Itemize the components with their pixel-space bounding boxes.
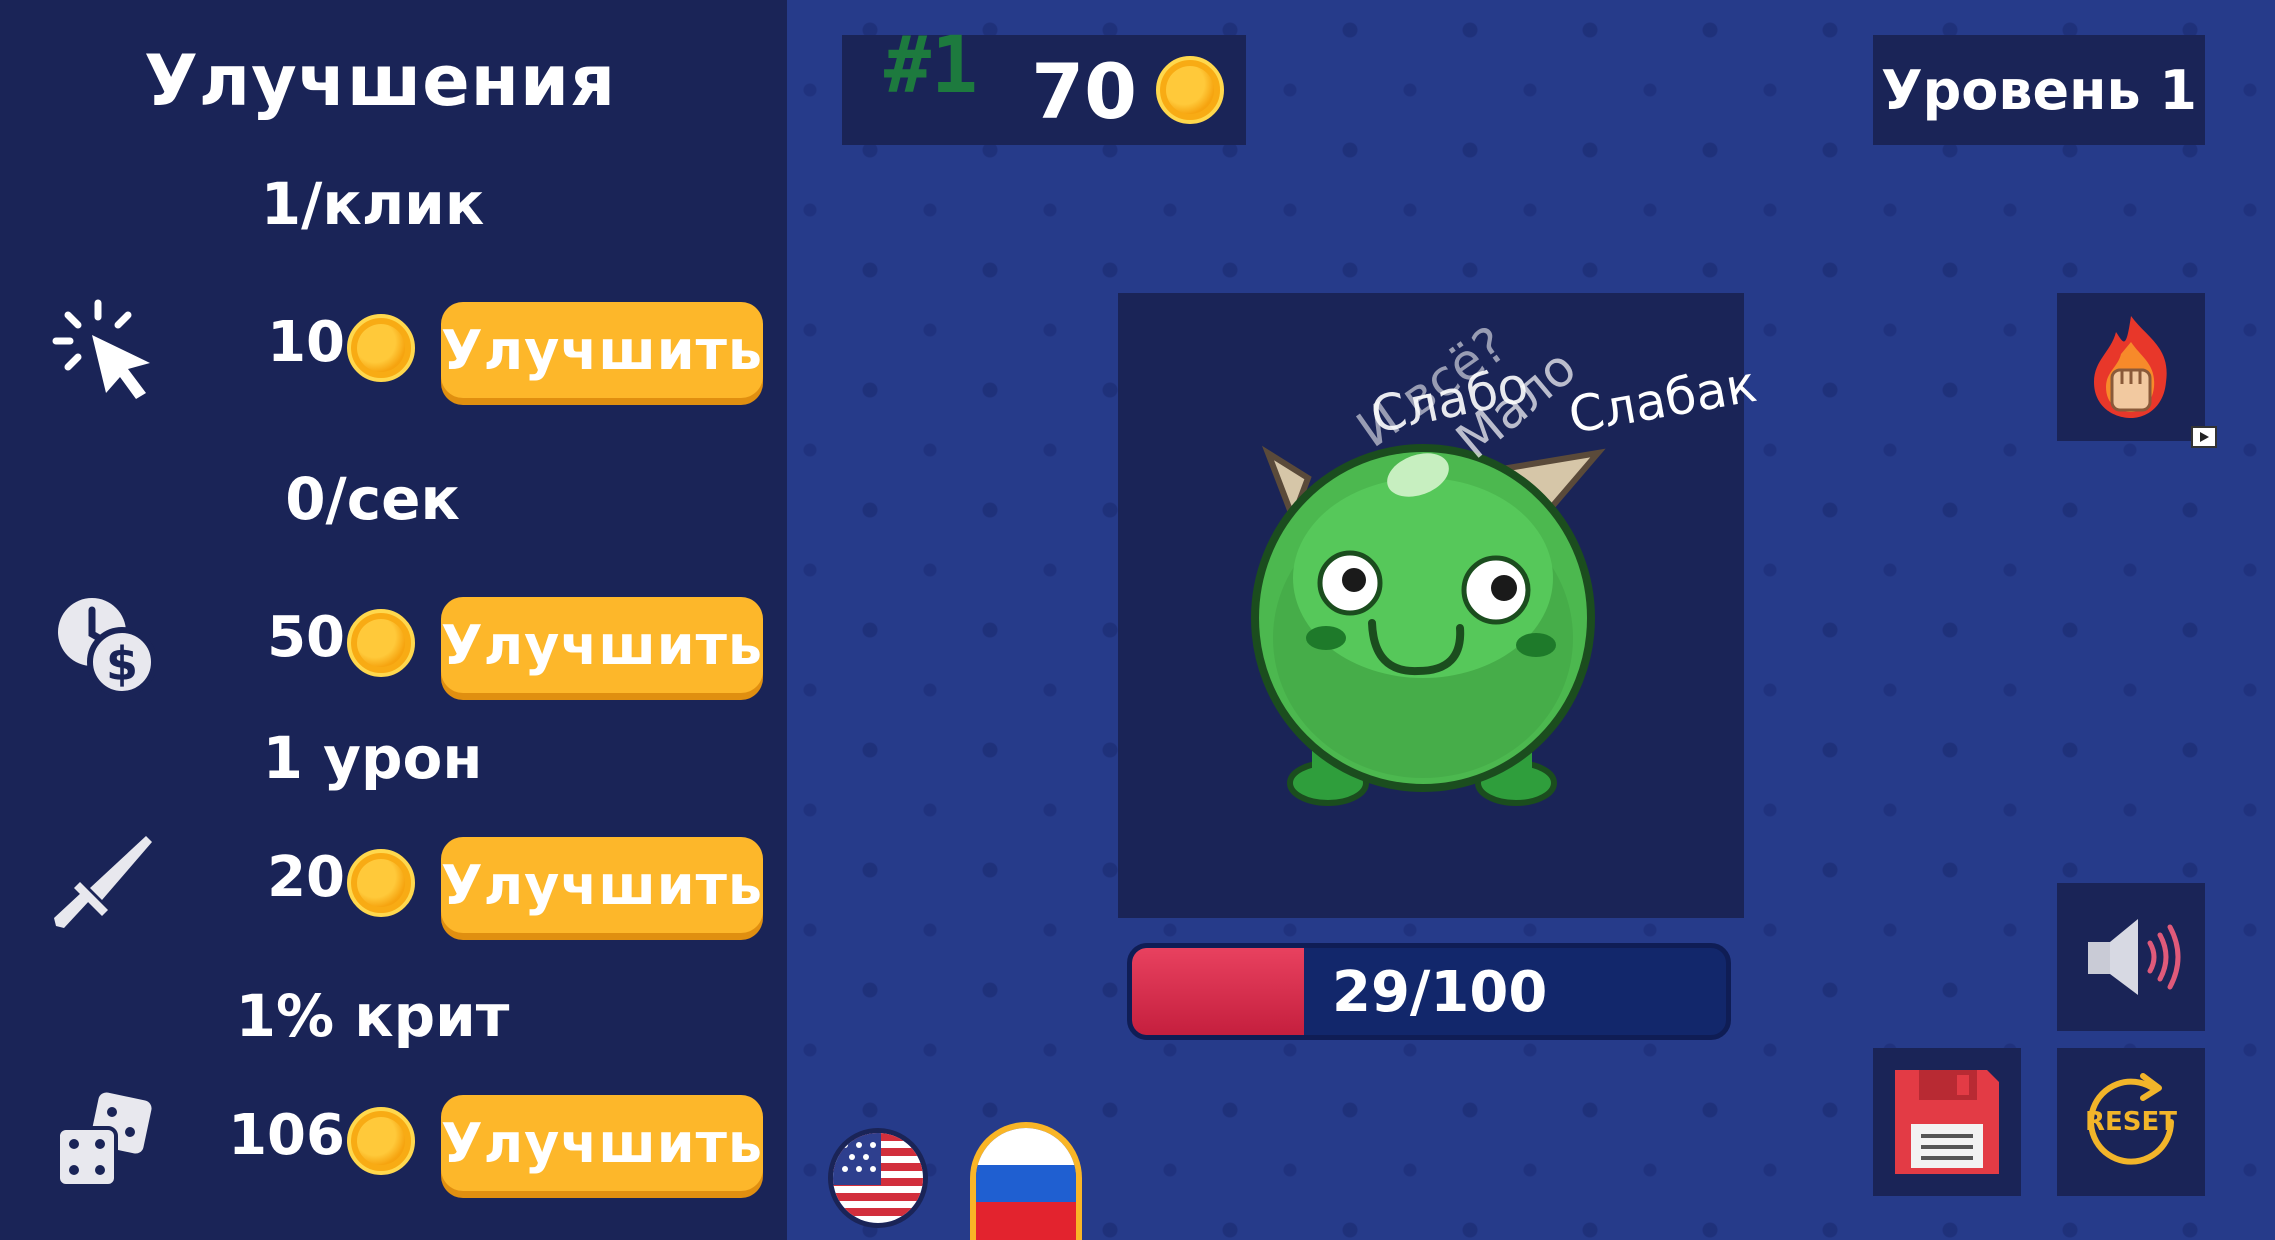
click-power-stat: 1/клик bbox=[260, 170, 485, 238]
monster-health-bar: 29/100 bbox=[1127, 943, 1731, 1040]
sound-toggle-button[interactable] bbox=[2057, 883, 2205, 1031]
fire-fist-icon bbox=[2094, 316, 2167, 418]
monster-area[interactable]: И всё? Слабо Мало Слабак bbox=[1118, 293, 1761, 918]
boost-button[interactable] bbox=[2057, 293, 2205, 441]
coin-icon bbox=[1156, 56, 1224, 124]
reset-label: RESET bbox=[2084, 1107, 2177, 1137]
coin-icon bbox=[347, 1107, 415, 1175]
upgrade-crit-button[interactable]: Улучшить bbox=[441, 1095, 763, 1191]
language-en-button[interactable] bbox=[828, 1128, 928, 1228]
clock-dollar-icon: $ bbox=[50, 590, 160, 700]
crit-stat: 1% крит bbox=[235, 982, 510, 1050]
damage-stat: 1 урон bbox=[262, 724, 483, 792]
sword-icon bbox=[50, 830, 160, 940]
video-ad-icon[interactable] bbox=[2191, 426, 2217, 448]
level-indicator: Уровень 1 bbox=[1873, 35, 2205, 145]
floppy-disk-icon bbox=[1895, 1070, 1999, 1174]
money-panel: #1 70 bbox=[842, 21, 1246, 145]
reset-button[interactable]: RESET bbox=[2057, 1048, 2205, 1196]
damage-upgrade-price: 20 bbox=[267, 845, 345, 910]
speaker-icon bbox=[2088, 919, 2181, 995]
coin-icon bbox=[347, 849, 415, 917]
save-button[interactable] bbox=[1873, 1048, 2021, 1196]
dice-icon bbox=[50, 1088, 160, 1198]
upgrade-damage-button[interactable]: Улучшить bbox=[441, 837, 763, 933]
ru-flag-icon bbox=[976, 1128, 1076, 1240]
upgrades-sidebar: Улучшения 1/клик 10 Улучшить 0/сек $ 50 … bbox=[0, 0, 787, 1240]
click-upgrade-price: 10 bbox=[267, 310, 345, 375]
language-ru-button[interactable] bbox=[970, 1122, 1082, 1240]
health-fill bbox=[1132, 948, 1305, 1035]
upgrade-click-button[interactable]: Улучшить bbox=[441, 302, 763, 398]
us-flag-icon bbox=[833, 1133, 923, 1223]
upgrades-title: Улучшения bbox=[143, 40, 617, 122]
svg-text:$: $ bbox=[106, 637, 138, 691]
passive-income-stat: 0/сек bbox=[285, 465, 460, 533]
upgrade-income-button[interactable]: Улучшить bbox=[441, 597, 763, 693]
money-counter: 70 bbox=[1031, 47, 1137, 136]
crit-upgrade-price: 106 bbox=[228, 1103, 345, 1168]
coin-icon bbox=[347, 609, 415, 677]
health-text: 29/100 bbox=[1332, 960, 1548, 1025]
coin-icon bbox=[347, 314, 415, 382]
income-upgrade-price: 50 bbox=[267, 605, 345, 670]
click-cursor-icon bbox=[50, 295, 160, 405]
